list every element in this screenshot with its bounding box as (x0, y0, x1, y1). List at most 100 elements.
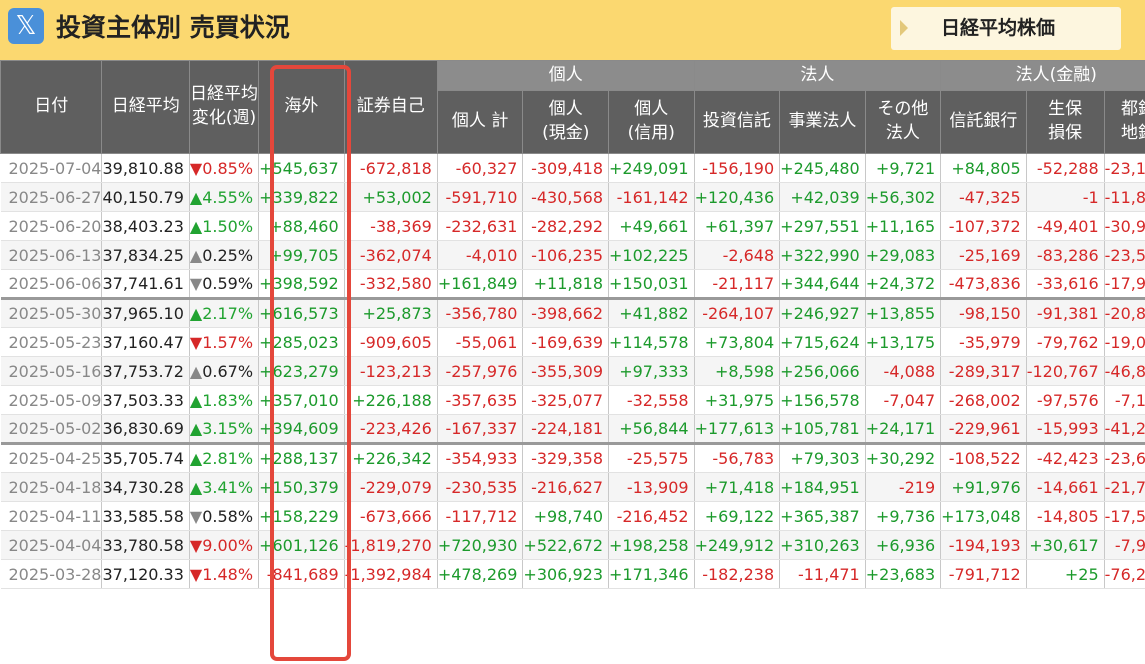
city-bank-cell: -30,951 (1104, 211, 1145, 241)
triangle-up-icon: ▲ (189, 187, 203, 207)
investor-trading-table: 日付 日経平均 日経平均 変化(週) 海外 証券自己 個人 法人 法人(金融) … (0, 60, 1145, 589)
other-corp-cell: +13,855 (865, 297, 942, 328)
other-corp-cell: -7,047 (865, 385, 942, 415)
table-body: 2025-07-04 39,810.88 ▼0.85% +545,637 -672,81… (0, 153, 1145, 589)
change-cell: ▲0.25% (189, 240, 260, 270)
securities-cell: +226,342 (344, 442, 438, 473)
individual-total-cell: -356,780 (437, 297, 524, 328)
individual-cash-cell: +306,923 (522, 559, 609, 589)
trust-bank-cell: -229,961 (940, 414, 1027, 444)
nikkei-cell: 34,730.28 (101, 472, 190, 502)
col-header-individual-credit-line2: (信用) (627, 123, 675, 143)
investment-trust-cell: +120,436 (694, 182, 781, 212)
individual-total-cell: -117,712 (437, 501, 524, 531)
city-bank-cell: -23,105 (1104, 153, 1145, 183)
individual-total-cell: +720,930 (437, 530, 524, 560)
individual-total-cell: -354,933 (437, 442, 524, 473)
individual-total-cell: -357,635 (437, 385, 524, 415)
city-bank-cell: -11,891 (1104, 182, 1145, 212)
nikkei-cell: 37,120.33 (101, 559, 190, 589)
col-header-date[interactable]: 日付 (0, 60, 103, 154)
nikkei-average-button[interactable]: 日経平均株価 (891, 7, 1121, 50)
trust-bank-cell: +84,805 (940, 153, 1027, 183)
nikkei-cell: 36,830.69 (101, 414, 190, 444)
city-bank-cell: -19,086 (1104, 327, 1145, 357)
col-header-city-bank[interactable]: 都銀 地銀 (1103, 90, 1145, 154)
date-cell: 2025-06-13 (0, 240, 103, 270)
nikkei-cell: 40,150.79 (101, 182, 190, 212)
date-cell: 2025-06-06 (0, 269, 103, 299)
foreign-cell: +88,460 (258, 211, 345, 241)
life-insurance-cell: -91,381 (1026, 297, 1105, 328)
foreign-cell: +398,592 (258, 269, 345, 299)
change-percent: 1.57% (202, 332, 254, 352)
change-cell: ▲3.15% (189, 414, 260, 444)
change-cell: ▼0.58% (189, 501, 260, 531)
change-cell: ▼1.48% (189, 559, 260, 589)
business-corp-cell: +256,066 (779, 356, 866, 386)
col-header-individual-total[interactable]: 個人 計 (436, 90, 524, 154)
life-insurance-cell: -14,805 (1026, 501, 1105, 531)
trust-bank-cell: -98,150 (940, 297, 1027, 328)
change-percent: 2.81% (202, 449, 254, 468)
col-header-business-corp[interactable]: 事業法人 (779, 90, 866, 154)
trust-bank-cell: -473,836 (940, 269, 1027, 299)
change-percent: 3.41% (202, 477, 254, 497)
individual-credit-cell: +41,882 (608, 297, 695, 328)
triangle-down-icon: ▼ (189, 332, 203, 352)
nikkei-cell: 33,585.58 (101, 501, 190, 531)
col-header-individual-credit-line1: 個人 (634, 99, 669, 120)
life-insurance-cell: -49,401 (1026, 211, 1105, 241)
business-corp-cell: +79,303 (779, 442, 866, 473)
investment-trust-cell: +177,613 (694, 414, 781, 444)
city-bank-cell: -41,238 (1104, 414, 1145, 444)
trust-bank-cell: +173,048 (940, 501, 1027, 531)
date-cell: 2025-03-28 (0, 559, 103, 589)
date-cell: 2025-05-16 (0, 356, 103, 386)
table-row: 2025-03-28 37,120.33 ▼1.48% -841,689 -1,392,… (0, 559, 1145, 589)
col-header-change[interactable]: 日経平均 変化(週) (188, 60, 260, 154)
individual-cash-cell: -216,627 (522, 472, 609, 502)
col-header-trust-bank[interactable]: 信託銀行 (940, 90, 1027, 154)
col-header-individual-cash-line2: (現金) (542, 123, 590, 143)
table-row: 2025-04-25 35,705.74 ▲2.81% +288,137 +226,34… (0, 442, 1145, 473)
change-cell: ▲3.41% (189, 472, 260, 502)
life-insurance-cell: -33,616 (1026, 269, 1105, 299)
other-corp-cell: +24,171 (865, 414, 942, 444)
col-header-life-insurance[interactable]: 生保 損保 (1025, 90, 1105, 154)
col-header-investment-trust[interactable]: 投資信託 (693, 90, 781, 154)
foreign-cell: +616,573 (258, 297, 345, 328)
col-header-change-line2: 変化(週) (191, 108, 257, 128)
col-header-foreign[interactable]: 海外 (258, 60, 345, 154)
other-corp-cell: -219 (865, 472, 942, 502)
city-bank-cell: -23,693 (1104, 442, 1145, 473)
nikkei-cell: 37,160.47 (101, 327, 190, 357)
individual-cash-cell: -398,662 (522, 297, 609, 328)
securities-cell: -1,392,984 (344, 559, 438, 589)
change-percent: 0.67% (202, 361, 254, 381)
individual-total-cell: -591,710 (437, 182, 524, 212)
triangle-down-icon: ▼ (189, 158, 203, 178)
life-insurance-cell: -79,762 (1026, 327, 1105, 357)
col-header-individual-credit[interactable]: 個人 (信用) (608, 90, 695, 154)
business-corp-cell: -11,471 (779, 559, 866, 589)
col-header-securities[interactable]: 証券自己 (343, 60, 438, 154)
trust-bank-cell: -289,317 (940, 356, 1027, 386)
col-header-other-corp-line1: その他 (877, 99, 929, 120)
triangle-down-icon: ▼ (189, 535, 203, 555)
change-cell: ▼1.57% (189, 327, 260, 357)
x-logo-icon[interactable]: 𝕏 (8, 8, 44, 44)
investment-trust-cell: -182,238 (694, 559, 781, 589)
col-header-nikkei[interactable]: 日経平均 (101, 60, 190, 154)
nikkei-cell: 38,403.23 (101, 211, 190, 241)
col-header-individual-cash[interactable]: 個人 (現金) (522, 90, 609, 154)
change-cell: ▼0.85% (189, 153, 260, 183)
foreign-cell: +623,279 (258, 356, 345, 386)
securities-cell: -909,605 (344, 327, 438, 357)
foreign-cell: +288,137 (258, 442, 345, 473)
col-header-other-corp[interactable]: その他 法人 (864, 90, 942, 154)
securities-cell: -223,426 (344, 414, 438, 444)
individual-credit-cell: -161,142 (608, 182, 695, 212)
individual-cash-cell: +11,818 (522, 269, 609, 299)
individual-total-cell: -257,976 (437, 356, 524, 386)
